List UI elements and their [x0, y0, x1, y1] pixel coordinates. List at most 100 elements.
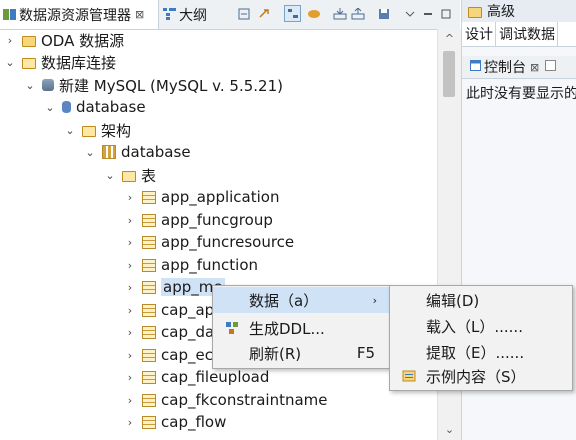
folder-icon	[468, 6, 482, 18]
menu-item-data[interactable]: 数据（a） ›	[213, 287, 389, 313]
tab-design[interactable]: 设计	[462, 22, 496, 46]
submenu-item-extract[interactable]: 提取（E）......	[390, 339, 572, 365]
table-row[interactable]: › cap_fkconstraintname	[124, 389, 328, 411]
chevron-right-icon[interactable]: ›	[124, 394, 136, 407]
table-row[interactable]: › cap_flow	[124, 411, 227, 433]
database-icon	[62, 101, 71, 113]
properties-icon[interactable]	[545, 59, 557, 75]
tree-item-label: database	[76, 98, 146, 116]
schema-icon	[102, 145, 116, 159]
table-row[interactable]: › cap_da	[124, 321, 214, 343]
chevron-right-icon[interactable]: ›	[124, 326, 136, 339]
export-icon[interactable]	[350, 6, 366, 22]
table-icon	[142, 325, 156, 339]
tree-item-label: app_function	[161, 256, 259, 274]
link-editor-icon[interactable]	[256, 6, 272, 22]
tree-item-label: cap_ec	[161, 346, 213, 364]
table-icon	[142, 393, 156, 407]
maximize-icon[interactable]	[438, 6, 454, 22]
table-row-selected[interactable]: › app_me	[124, 276, 225, 298]
chevron-down-icon[interactable]: ⌄	[24, 79, 36, 92]
chevron-right-icon[interactable]: ›	[4, 34, 16, 47]
table-icon	[142, 258, 156, 272]
menu-item-generate-ddl[interactable]: 生成DDL...	[213, 315, 389, 341]
folder-icon	[22, 35, 36, 47]
tree-item-mysql-connection[interactable]: ⌄ 新建 MySQL (MySQL v. 5.5.21)	[24, 74, 283, 96]
table-row[interactable]: › cap_fileupload	[124, 366, 270, 388]
advanced-header[interactable]: 高级	[462, 0, 576, 23]
table-row[interactable]: › cap_ec	[124, 344, 213, 366]
table-row[interactable]: › app_function	[124, 254, 258, 276]
close-icon[interactable]: ⊠	[135, 8, 144, 21]
tree-item-schemas[interactable]: ⌄ 架构	[64, 119, 131, 141]
chevron-right-icon[interactable]: ›	[124, 371, 136, 384]
table-row[interactable]: › app_funcresource	[124, 231, 294, 253]
editor-tabs: 设计 调试数据	[462, 22, 576, 47]
tree-item-oda[interactable]: › ODA 数据源	[4, 29, 124, 51]
chevron-right-icon[interactable]: ›	[124, 416, 136, 429]
chevron-right-icon[interactable]: ›	[124, 349, 136, 362]
submenu-item-load[interactable]: 载入（L）......	[390, 313, 572, 339]
tree-item-label: database	[121, 143, 191, 161]
chevron-right-icon[interactable]: ›	[124, 304, 136, 317]
tree-item-database[interactable]: ⌄ database	[44, 96, 146, 118]
chevron-right-icon[interactable]: ›	[124, 236, 136, 249]
table-row[interactable]: › app_funcgroup	[124, 209, 273, 231]
import-icon[interactable]	[332, 6, 348, 22]
scroll-up-icon[interactable]: ^	[438, 29, 461, 49]
chevron-down-icon[interactable]: ⌄	[84, 146, 96, 159]
filter-icon[interactable]	[284, 5, 301, 22]
table-row[interactable]: › cap_ap	[124, 299, 214, 321]
tree-item-tables[interactable]: ⌄ 表	[104, 164, 156, 186]
tab-outline[interactable]: 大纲	[160, 0, 230, 29]
scrollbar-thumb[interactable]	[443, 51, 455, 97]
chevron-down-icon[interactable]: ⌄	[104, 169, 116, 182]
table-icon	[142, 370, 156, 384]
generate-ddl-icon	[225, 321, 239, 335]
minimize-icon[interactable]	[420, 6, 436, 22]
shortcut-label: F5	[356, 344, 375, 362]
tree-item-db-connections[interactable]: ⌄ 数据库连接	[4, 51, 116, 73]
tree-item-label: ODA 数据源	[41, 31, 125, 50]
scroll-down-icon[interactable]: ⌄	[438, 420, 461, 440]
folder-open-icon	[122, 170, 136, 182]
menu-item-refresh[interactable]: 刷新(R) F5	[213, 340, 389, 366]
collapse-all-icon[interactable]	[236, 6, 252, 22]
chevron-right-icon[interactable]: ›	[124, 281, 136, 294]
table-icon	[142, 213, 156, 227]
tree-item-label: app_funcgroup	[161, 211, 273, 229]
chevron-down-icon[interactable]: ⌄	[44, 101, 56, 114]
menu-item-label: 生成DDL...	[249, 319, 325, 338]
tree-item-label: cap_fileupload	[161, 368, 270, 386]
tab-data-source-explorer[interactable]: 数据源资源管理器 ⊠	[0, 0, 159, 29]
chevron-down-icon[interactable]: ⌄	[4, 56, 16, 69]
table-row[interactable]: › app_application	[124, 186, 280, 208]
menu-item-label: 提取（E）......	[426, 343, 525, 362]
menu-item-label: 示例内容（S）	[426, 367, 526, 386]
tab-debug-data[interactable]: 调试数据	[496, 22, 558, 46]
new-connection-icon[interactable]	[306, 6, 322, 22]
tree-item-label: cap_flow	[161, 413, 227, 431]
table-icon	[142, 280, 156, 294]
view-menu-icon[interactable]	[402, 6, 418, 22]
outline-icon	[163, 8, 177, 21]
tree-item-label: app_funcresource	[161, 233, 295, 251]
save-icon[interactable]	[376, 6, 392, 22]
chevron-right-icon[interactable]: ›	[124, 214, 136, 227]
tab-console[interactable]: 控制台 ⊠	[462, 56, 576, 79]
tree-item-schema-database[interactable]: ⌄ database	[84, 141, 191, 163]
close-icon[interactable]: ⊠	[530, 61, 539, 74]
console-message: 此时没有要显示的	[466, 86, 576, 102]
chevron-down-icon[interactable]: ⌄	[64, 124, 76, 137]
chevron-right-icon[interactable]: ›	[124, 259, 136, 272]
submenu-item-sample-contents[interactable]: 示例内容（S）	[390, 363, 572, 389]
submenu-arrow-icon: ›	[372, 293, 377, 307]
tree-view: › ODA 数据源 ⌄ 数据库连接 ⌄ 新建 MySQL (MySQL v. 5…	[0, 29, 437, 440]
table-icon	[142, 235, 156, 249]
chevron-right-icon[interactable]: ›	[124, 191, 136, 204]
tree-item-label: cap_ap	[161, 301, 215, 319]
submenu-item-edit[interactable]: 编辑(D)	[390, 287, 572, 313]
menu-item-label: 数据（a）	[249, 291, 319, 310]
tree-item-label: app_application	[161, 188, 280, 206]
menu-item-label: 载入（L）......	[426, 317, 523, 336]
